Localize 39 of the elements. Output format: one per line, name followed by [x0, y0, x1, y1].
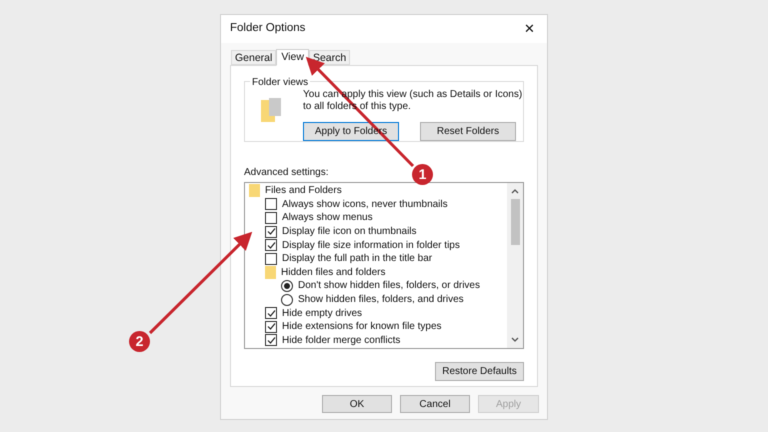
setting-label: Hide empty drives	[282, 306, 362, 321]
setting-label: Show hidden files, folders, and drives	[298, 293, 464, 308]
radio-button[interactable]	[281, 294, 293, 306]
setting-label: Display file size information in folder tips	[282, 238, 460, 253]
tab[interactable]: View	[276, 49, 309, 66]
setting-label: Don't show hidden files, folders, or drives	[298, 279, 480, 294]
dialog-button[interactable]: OK	[322, 395, 392, 413]
checkbox[interactable]	[265, 212, 277, 224]
checkbox[interactable]	[265, 307, 277, 320]
tab[interactable]: General	[231, 50, 276, 65]
setting-label: Files and Folders	[265, 184, 342, 198]
folder-icon	[261, 98, 283, 124]
folder-icon	[265, 266, 276, 279]
window-title: Folder Options	[230, 21, 306, 36]
setting-label: Display file icon on thumbnails	[282, 225, 417, 240]
scroll-up-icon[interactable]	[511, 188, 519, 194]
dialog-button[interactable]: Cancel	[400, 395, 470, 413]
checkbox[interactable]	[265, 239, 277, 252]
folder-button[interactable]: Reset Folders	[420, 122, 516, 141]
setting-label: Hidden files and folders	[281, 266, 386, 280]
scroll-down-icon[interactable]	[511, 337, 519, 343]
setting-label: Always show icons, never thumbnails	[282, 198, 448, 212]
checkbox[interactable]	[265, 334, 277, 346]
checkbox[interactable]	[265, 320, 277, 333]
checkbox[interactable]	[265, 198, 277, 210]
setting-label: Always show menus	[282, 211, 373, 226]
setting-label: Display the full path in the title bar	[282, 252, 432, 266]
radio-button[interactable]	[281, 280, 293, 292]
step-number: 2	[129, 331, 150, 352]
folder-icon	[249, 184, 260, 198]
scrollbar[interactable]	[507, 183, 523, 348]
checkbox[interactable]	[265, 252, 277, 265]
close-button[interactable]: ✕	[520, 19, 539, 39]
setting-label: Hide extensions for known file types	[282, 320, 442, 334]
scrollbar-thumb[interactable]	[510, 199, 520, 245]
setting-label: Hide folder merge conflicts	[282, 334, 400, 348]
restore-defaults-button[interactable]: Restore Defaults	[435, 362, 524, 381]
section-label: Advanced settings:	[244, 166, 328, 180]
checkbox[interactable]	[265, 226, 277, 238]
